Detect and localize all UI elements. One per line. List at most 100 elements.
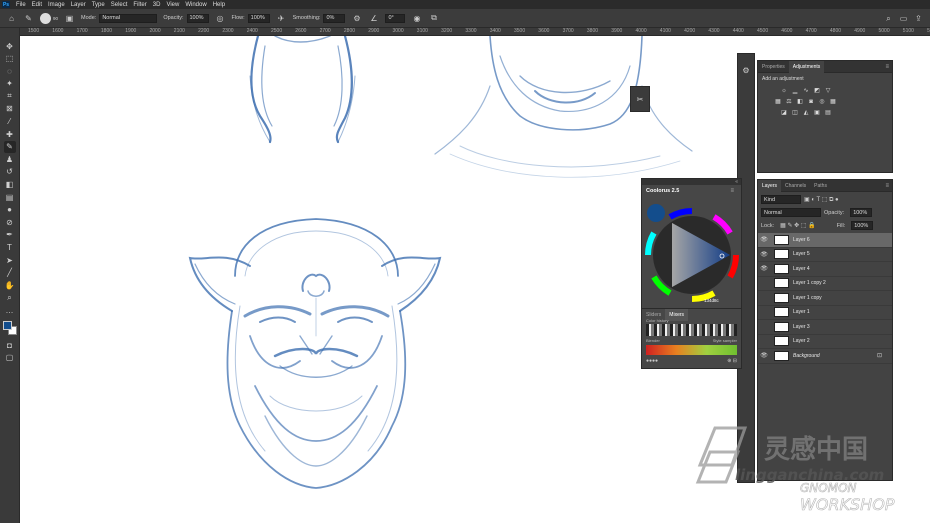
layers-menu-icon[interactable]: ≡: [885, 183, 889, 189]
layer-row[interactable]: Layer 3: [758, 320, 892, 335]
collapse-icon[interactable]: «: [735, 179, 738, 185]
invert-icon[interactable]: ◪: [780, 109, 788, 116]
frame-tool-icon[interactable]: ⊠: [4, 103, 16, 115]
quick-select-icon[interactable]: ✦: [4, 78, 16, 90]
layer-row[interactable]: 👁 Background ⊡: [758, 349, 892, 364]
blend-mode-select[interactable]: Normal: [761, 208, 821, 217]
color-balance-icon[interactable]: ⚖: [785, 98, 793, 105]
photo-filter-icon[interactable]: ◙: [807, 98, 815, 105]
menu-type[interactable]: Type: [92, 2, 105, 8]
color-history-strip[interactable]: [646, 324, 737, 336]
coolorus-menu-icon[interactable]: ≡: [730, 188, 734, 194]
layer-row[interactable]: Layer 1 copy 2: [758, 277, 892, 291]
vibrance-icon[interactable]: ▽: [824, 87, 832, 94]
gradient-tool-icon[interactable]: ▤: [4, 191, 16, 203]
color-swatches[interactable]: [2, 321, 17, 336]
panel-menu-icon[interactable]: ≡: [885, 64, 889, 70]
type-tool-icon[interactable]: T: [4, 242, 16, 254]
fill-field[interactable]: 100%: [851, 221, 874, 230]
home-icon[interactable]: ⌂: [6, 13, 17, 24]
path-select-icon[interactable]: ➤: [4, 254, 16, 266]
layer-row[interactable]: Layer 1: [758, 306, 892, 320]
angle-field[interactable]: 0°: [385, 13, 406, 23]
filter-icons[interactable]: ▣ ◐ T ⬚ ⧉ ●: [804, 196, 839, 204]
dodge-tool-icon[interactable]: ⊘: [4, 216, 16, 228]
airbrush-icon[interactable]: ✈: [276, 13, 287, 24]
visibility-eye-icon[interactable]: 👁: [758, 352, 770, 359]
lock-icons[interactable]: ▦ ✎ ✥ ⬚ 🔒: [780, 222, 816, 229]
crop-tool-icon[interactable]: ⌗: [4, 90, 16, 102]
visibility-eye-icon[interactable]: 👁: [758, 265, 770, 272]
blender-gradient[interactable]: [646, 345, 737, 355]
stamp-tool-icon[interactable]: ♟: [4, 153, 16, 165]
lasso-tool-icon[interactable]: ◌: [4, 65, 16, 77]
quick-mask-icon[interactable]: ◘: [4, 339, 16, 351]
layer-filter-kind[interactable]: Kind: [761, 195, 801, 204]
layer-row[interactable]: 👁 Layer 6: [758, 233, 892, 248]
tab-paths[interactable]: Paths: [810, 180, 831, 192]
selective-color-icon[interactable]: ▣: [813, 109, 821, 116]
mode-select[interactable]: Normal: [99, 13, 158, 23]
brush-settings-icon[interactable]: ▣: [64, 13, 75, 24]
panel-adjust-icon[interactable]: ⚙: [740, 64, 752, 76]
symmetry-icon[interactable]: ⧉: [428, 13, 439, 24]
move-tool-icon[interactable]: ✥: [4, 40, 16, 52]
levels-icon[interactable]: ▁: [791, 87, 799, 94]
tab-mixers[interactable]: Mixers: [665, 309, 689, 321]
brush-preset-picker[interactable]: [40, 12, 51, 24]
menu-help[interactable]: Help: [213, 2, 225, 8]
color-lookup-icon[interactable]: ▦: [829, 98, 837, 105]
history-brush-icon[interactable]: ↺: [4, 166, 16, 178]
pen-tool-icon[interactable]: ✒: [4, 229, 16, 241]
hex-value[interactable]: 134d8c: [704, 298, 719, 303]
add-swatch-icon[interactable]: ⊕ ⊟: [727, 358, 737, 364]
layer-row[interactable]: 👁 Layer 4: [758, 262, 892, 277]
menu-layer[interactable]: Layer: [71, 2, 86, 8]
menu-filter[interactable]: Filter: [133, 2, 146, 8]
layer-row[interactable]: Layer 1 copy: [758, 291, 892, 306]
marquee-tool-icon[interactable]: ⬚: [4, 53, 16, 65]
curves-icon[interactable]: ∿: [802, 87, 810, 94]
eraser-tool-icon[interactable]: ◧: [4, 179, 16, 191]
visibility-eye-icon[interactable]: 👁: [758, 251, 770, 258]
foreground-color-swatch[interactable]: [2, 321, 12, 331]
pressure-opacity-icon[interactable]: ◎: [215, 13, 226, 24]
menu-edit[interactable]: Edit: [32, 2, 42, 8]
exposure-icon[interactable]: ◩: [813, 87, 821, 94]
current-color-swatch[interactable]: [647, 204, 665, 222]
smoothing-options-icon[interactable]: ⚙: [351, 13, 362, 24]
layer-row[interactable]: 👁 Layer 5: [758, 248, 892, 262]
menu-image[interactable]: Image: [48, 2, 65, 8]
floating-tool-widget[interactable]: ✂: [630, 86, 650, 112]
channel-mixer-icon[interactable]: ◎: [818, 98, 826, 105]
visibility-eye-icon[interactable]: 👁: [758, 236, 770, 243]
blur-tool-icon[interactable]: ●: [4, 204, 16, 216]
zoom-tool-icon[interactable]: ⌕: [4, 292, 16, 304]
brightness-icon[interactable]: ☼: [780, 87, 788, 94]
screen-mode-icon[interactable]: ▢: [4, 352, 16, 364]
menu-window[interactable]: Window: [185, 2, 206, 8]
eyedropper-icon[interactable]: ⁄: [4, 116, 16, 128]
menu-3d[interactable]: 3D: [153, 2, 161, 8]
tab-properties[interactable]: Properties: [758, 61, 789, 73]
hue-sat-icon[interactable]: ▦: [774, 98, 782, 105]
menu-view[interactable]: View: [166, 2, 179, 8]
hand-tool-icon[interactable]: ✋: [4, 279, 16, 291]
brush-tool-icon[interactable]: ✎: [3, 140, 16, 153]
scissors-icon[interactable]: ✂: [637, 95, 644, 104]
threshold-icon[interactable]: ◭: [802, 109, 810, 116]
layer-opacity-field[interactable]: 100%: [850, 208, 873, 217]
workspace-icon[interactable]: ▭: [898, 13, 909, 24]
menu-file[interactable]: File: [16, 2, 26, 8]
swatch-dots-icon[interactable]: ●●●●: [646, 358, 658, 364]
pressure-size-icon[interactable]: ◉: [411, 13, 422, 24]
share-icon[interactable]: ⇪: [913, 13, 924, 24]
search-icon[interactable]: ⌕: [883, 13, 894, 24]
line-tool-icon[interactable]: ╱: [4, 267, 16, 279]
brush-tool-icon[interactable]: ✎: [23, 13, 34, 24]
healing-brush-icon[interactable]: ✚: [4, 128, 16, 140]
tab-channels[interactable]: Channels: [781, 180, 810, 192]
tab-adjustments[interactable]: Adjustments: [788, 60, 825, 73]
posterize-icon[interactable]: ◫: [791, 109, 799, 116]
opacity-field[interactable]: 100%: [186, 13, 209, 23]
